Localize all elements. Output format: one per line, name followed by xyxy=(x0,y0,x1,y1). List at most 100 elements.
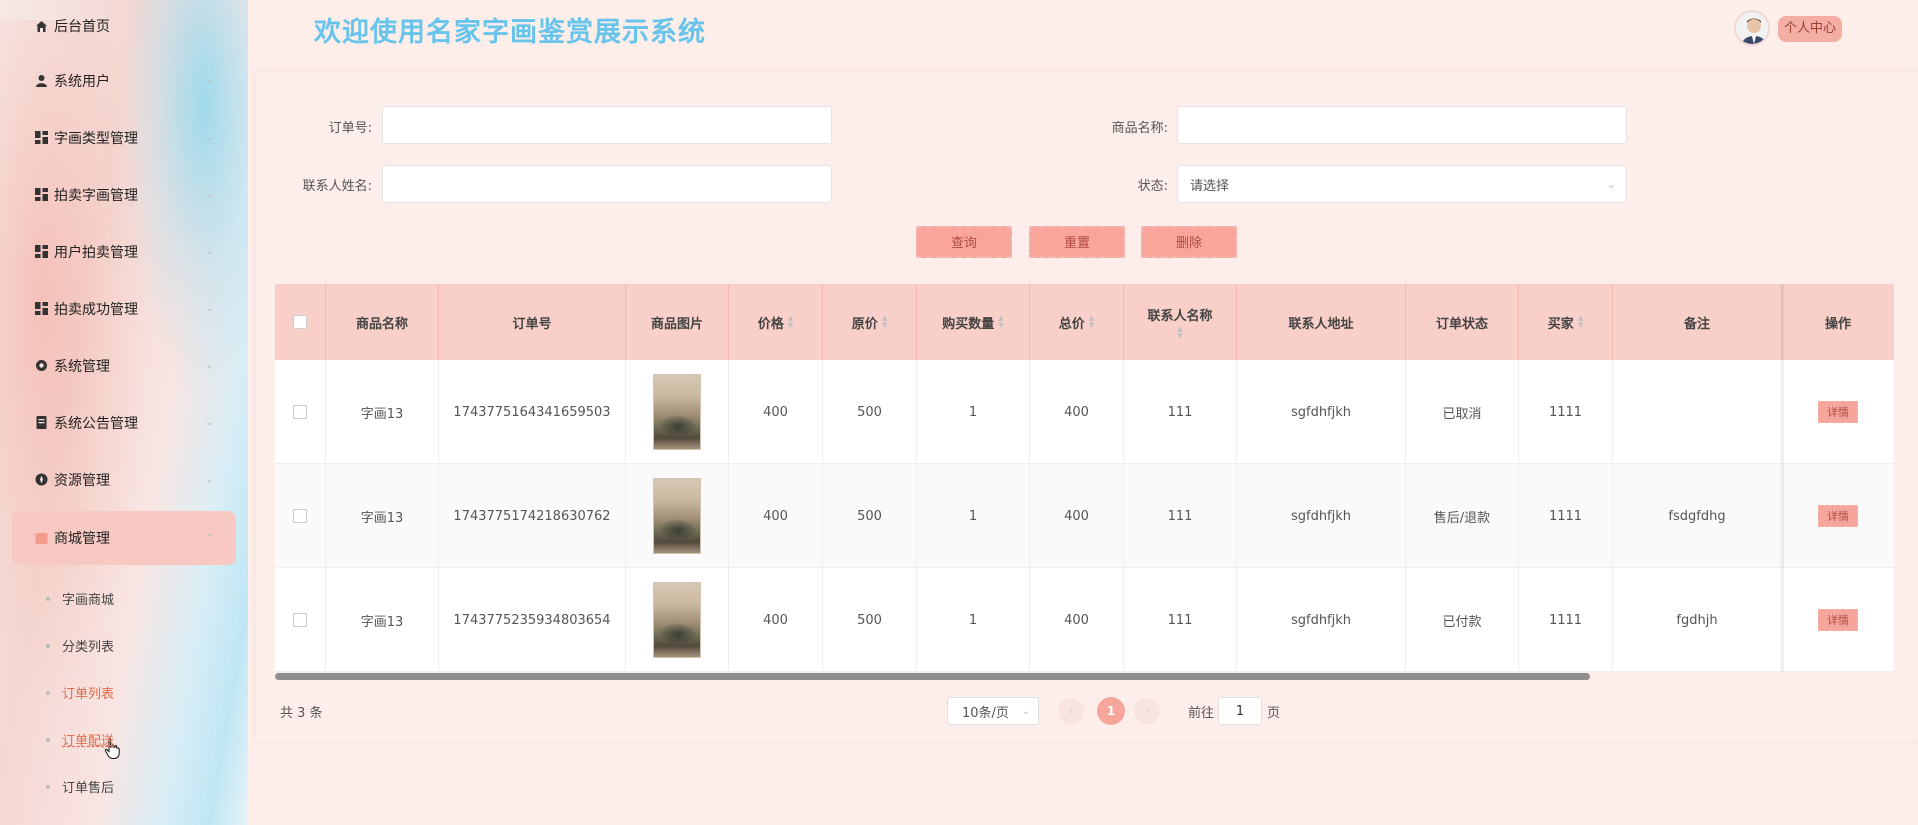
cell-price: 400 xyxy=(729,464,823,568)
column-header-label: 总价 xyxy=(1058,316,1085,332)
sidebar-item-label: 后台首页 xyxy=(54,19,110,35)
chevron-down-icon: ⌄ xyxy=(1606,177,1616,191)
cell-note: fgdhjh xyxy=(1613,568,1782,672)
sidebar-subitem-label: 分类列表 xyxy=(62,640,115,655)
delete-button[interactable]: 删除 xyxy=(1141,226,1237,258)
detail-button[interactable]: 详情 xyxy=(1818,609,1858,631)
sidebar-item-label: 拍卖成功管理 xyxy=(54,301,138,318)
page-number-current[interactable]: 1 xyxy=(1097,697,1125,725)
chevron-down-icon: ⌄ xyxy=(205,417,214,428)
next-page-button[interactable]: › xyxy=(1134,698,1160,724)
cell-action: 详情 xyxy=(1782,464,1894,568)
detail-button[interactable]: 详情 xyxy=(1818,505,1858,527)
row-checkbox[interactable] xyxy=(293,509,307,523)
painting-thumbnail[interactable] xyxy=(653,478,701,554)
document-icon xyxy=(34,416,48,430)
sidebar-subitem-label: 订单配送 xyxy=(62,734,115,749)
column-header-original-price[interactable]: 原价 ▲ ▼ xyxy=(823,284,917,360)
cell-product-image xyxy=(626,360,729,464)
goto-page-input[interactable]: 1 xyxy=(1218,697,1262,725)
reset-button[interactable]: 重置 xyxy=(1029,226,1125,258)
status-select[interactable]: 请选择 ⌄ xyxy=(1177,165,1627,203)
sidebar-item-resource[interactable]: 资源管理 ⌄ xyxy=(0,451,248,508)
column-header-total[interactable]: 总价 ▲ ▼ xyxy=(1030,284,1124,360)
sidebar-item-label: 用户拍卖管理 xyxy=(54,244,138,261)
top-header: 欢迎使用名家字画鉴赏展示系统 个人中心 xyxy=(248,0,1918,60)
sidebar-subitem-category-list[interactable]: 分类列表 xyxy=(0,622,248,669)
sidebar-subitem-order-delivery[interactable]: 订单配送 xyxy=(0,716,248,763)
column-header-contact[interactable]: 联系人名称 ▲ ▼ xyxy=(1124,284,1237,360)
cell-total: 400 xyxy=(1030,464,1124,568)
contact-name-input[interactable] xyxy=(382,165,832,203)
prev-page-button[interactable]: ‹ xyxy=(1058,698,1084,724)
shop-icon xyxy=(34,531,48,545)
grid-icon xyxy=(34,131,48,145)
goto-suffix: 页 xyxy=(1267,706,1281,721)
sidebar-subitem-order-list[interactable]: 订单列表 xyxy=(0,669,248,716)
cell-quantity: 1 xyxy=(917,568,1030,672)
painting-thumbnail[interactable] xyxy=(653,582,701,658)
sidebar-item-label: 系统管理 xyxy=(54,358,110,375)
cell-status: 售后/退款 xyxy=(1406,464,1519,568)
painting-thumbnail[interactable] xyxy=(653,374,701,450)
chevron-down-icon: ⌄ xyxy=(205,303,214,314)
sort-icon[interactable]: ▲ ▼ xyxy=(1578,315,1583,329)
cell-total: 400 xyxy=(1030,360,1124,464)
product-name-input[interactable] xyxy=(1177,106,1627,144)
cell-address: sgfdhfjkh xyxy=(1237,568,1406,672)
sidebar-item-system[interactable]: 系统管理 ⌄ xyxy=(0,337,248,394)
cell-contact: 111 xyxy=(1124,464,1237,568)
query-button[interactable]: 查询 xyxy=(916,226,1012,258)
order-no-input[interactable] xyxy=(382,106,832,144)
column-header: 商品图片 xyxy=(626,284,729,360)
row-checkbox[interactable] xyxy=(293,405,307,419)
sidebar-item-label: 拍卖字画管理 xyxy=(54,187,138,204)
chevron-right-icon: › xyxy=(1144,704,1150,718)
gear-icon xyxy=(34,359,48,373)
sidebar-item-label: 系统用户 xyxy=(54,73,110,90)
page-size-value: 10条/页 xyxy=(962,705,1009,721)
column-header: 订单状态 xyxy=(1406,284,1519,360)
sidebar-item-system-users[interactable]: 系统用户 ⌄ xyxy=(0,52,248,109)
horizontal-scrollbar[interactable] xyxy=(275,673,1590,680)
orders-table: 商品名称 订单号 商品图片 价格 ▲ ▼ 原价 ▲ ▼ 购买数量 ▲ ▼ 总价 ▲ ▼ … xyxy=(275,284,1894,672)
select-all-cell xyxy=(275,284,326,360)
sidebar-item-painting-type[interactable]: 字画类型管理 ⌄ xyxy=(0,109,248,166)
detail-button[interactable]: 详情 xyxy=(1818,401,1858,423)
sidebar-item-announcement[interactable]: 系统公告管理 ⌄ xyxy=(0,394,248,451)
column-header-label: 价格 xyxy=(757,316,784,332)
sidebar-menu: 后台首页 系统用户 ⌄ 字画类型管理 ⌄ 拍卖字画管理 ⌄ 用户拍卖管理 ⌄ 拍… xyxy=(0,0,248,810)
sidebar-item-auction-success[interactable]: 拍卖成功管理 ⌄ xyxy=(0,280,248,337)
goto-prefix: 前往 xyxy=(1188,706,1215,721)
total-count: 共 3 条 xyxy=(280,706,323,721)
chevron-left-icon: ‹ xyxy=(1068,704,1074,718)
sidebar-item-auction-painting[interactable]: 拍卖字画管理 ⌄ xyxy=(0,166,248,223)
sidebar-item-home[interactable]: 后台首页 xyxy=(0,0,248,52)
page-size-select[interactable]: 10条/页 ⌄ xyxy=(947,697,1039,725)
bullet-icon xyxy=(46,784,50,789)
chevron-down-icon: ⌄ xyxy=(205,189,214,200)
sidebar-item-shop[interactable]: 商城管理 ⌃ xyxy=(12,511,236,565)
column-header-buyer[interactable]: 买家 ▲ ▼ xyxy=(1519,284,1613,360)
column-header-price[interactable]: 价格 ▲ ▼ xyxy=(729,284,823,360)
sort-icon[interactable]: ▲ ▼ xyxy=(882,315,887,329)
sort-icon[interactable]: ▲ ▼ xyxy=(1089,315,1094,329)
order-no-label: 订单号: xyxy=(328,121,372,136)
cell-order-no: 1743775235934803654 xyxy=(439,568,626,672)
bullet-icon xyxy=(46,643,50,648)
sidebar-subitem-order-after-sale[interactable]: 订单售后 xyxy=(0,763,248,810)
sort-icon[interactable]: ▲ ▼ xyxy=(998,315,1003,329)
grid-icon xyxy=(34,245,48,259)
sidebar-subitem-painting-shop[interactable]: 字画商城 xyxy=(0,575,248,622)
profile-center-button[interactable]: 个人中心 xyxy=(1778,16,1842,42)
column-header: 操作 xyxy=(1824,316,1851,332)
row-checkbox[interactable] xyxy=(293,613,307,627)
column-header-quantity[interactable]: 购买数量 ▲ ▼ xyxy=(917,284,1030,360)
sort-icon[interactable]: ▲ ▼ xyxy=(788,315,793,329)
sort-icon[interactable]: ▲ ▼ xyxy=(1177,325,1182,340)
avatar[interactable] xyxy=(1734,10,1770,46)
cell-product-name: 字画13 xyxy=(326,464,439,568)
sidebar-item-user-auction[interactable]: 用户拍卖管理 ⌄ xyxy=(0,223,248,280)
cell-buyer: 1111 xyxy=(1519,568,1613,672)
select-all-checkbox[interactable] xyxy=(293,315,307,329)
